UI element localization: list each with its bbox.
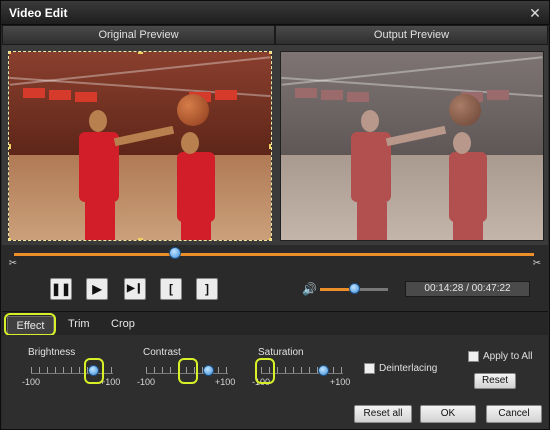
contrast-handle[interactable] bbox=[202, 365, 214, 376]
brightness-handle[interactable] bbox=[87, 365, 99, 376]
video-frame bbox=[281, 52, 543, 240]
brightness-slider[interactable] bbox=[31, 373, 113, 374]
volume-handle[interactable] bbox=[348, 283, 360, 294]
timeline-position-handle[interactable] bbox=[169, 247, 182, 259]
bracket-right-icon: ] bbox=[205, 282, 209, 296]
set-end-button[interactable]: ] bbox=[196, 278, 218, 300]
contrast-slider[interactable] bbox=[146, 373, 228, 374]
apply-to-all-checkbox[interactable] bbox=[468, 351, 479, 362]
timeline-track[interactable] bbox=[14, 253, 534, 256]
reset-all-button[interactable]: Reset all bbox=[354, 405, 412, 423]
cancel-button[interactable]: Cancel bbox=[486, 405, 542, 423]
step-forward-icon: ▶❙ bbox=[126, 283, 144, 294]
time-display: 00:14:28 / 00:47:22 bbox=[405, 281, 530, 297]
volume-icon[interactable]: 🔊 bbox=[302, 282, 317, 296]
timeline[interactable]: ✂ ✂ bbox=[2, 245, 548, 271]
brightness-min-label: -100 bbox=[22, 377, 41, 387]
apply-to-all-label: Apply to All bbox=[483, 351, 533, 362]
tab-crop[interactable]: Crop bbox=[111, 316, 135, 332]
trim-start-marker[interactable]: ✂ bbox=[8, 258, 18, 270]
ok-button[interactable]: OK bbox=[420, 405, 476, 423]
set-start-button[interactable]: [ bbox=[160, 278, 182, 300]
brightness-slider-group: Brightness -100 +100 bbox=[22, 345, 138, 395]
bracket-left-icon: [ bbox=[169, 282, 173, 296]
trim-end-marker[interactable]: ✂ bbox=[532, 258, 542, 270]
edit-tabs: Effect Trim Crop bbox=[2, 311, 548, 336]
saturation-max-label: +100 bbox=[330, 377, 351, 387]
step-forward-button[interactable]: ▶❙ bbox=[124, 278, 146, 300]
deinterlacing-label: Deinterlacing bbox=[379, 363, 438, 374]
pause-button[interactable]: ❚❚ bbox=[50, 278, 72, 300]
play-icon: ▶ bbox=[92, 282, 102, 296]
close-button[interactable]: ✕ bbox=[527, 5, 543, 21]
brightness-max-label: +100 bbox=[100, 377, 121, 387]
video-frame bbox=[9, 52, 271, 240]
saturation-slider[interactable] bbox=[261, 373, 343, 374]
original-preview-video[interactable] bbox=[8, 51, 272, 241]
video-edit-window: Video Edit ✕ Original Preview Output Pre… bbox=[0, 0, 550, 430]
deinterlacing-checkbox[interactable] bbox=[364, 363, 375, 374]
effect-panel: Brightness -100 +100 Contrast -100 +100 … bbox=[2, 335, 548, 397]
saturation-handle[interactable] bbox=[317, 365, 329, 376]
contrast-slider-group: Contrast -100 +100 bbox=[137, 345, 253, 395]
brightness-label: Brightness bbox=[28, 347, 76, 358]
title-bar[interactable]: Video Edit ✕ bbox=[1, 1, 549, 25]
tab-effect[interactable]: Effect bbox=[7, 316, 54, 336]
window-title: Video Edit bbox=[9, 6, 68, 20]
contrast-max-label: +100 bbox=[215, 377, 236, 387]
output-preview-video bbox=[280, 51, 544, 241]
close-icon: ✕ bbox=[529, 5, 541, 21]
dialog-footer: Reset all OK Cancel bbox=[2, 397, 548, 429]
original-preview-label: Original Preview bbox=[2, 25, 275, 45]
reset-button[interactable]: Reset bbox=[474, 373, 516, 389]
contrast-min-label: -100 bbox=[137, 377, 156, 387]
saturation-label: Saturation bbox=[258, 347, 304, 358]
playback-controls: ❚❚ ▶ ▶❙ [ ] 🔊 00:14:28 / 00:47:22 bbox=[2, 271, 548, 307]
saturation-min-label: -100 bbox=[252, 377, 271, 387]
preview-headers: Original Preview Output Preview bbox=[2, 25, 548, 45]
saturation-slider-group: Saturation -100 +100 bbox=[252, 345, 368, 395]
output-preview-label: Output Preview bbox=[275, 25, 548, 45]
play-button[interactable]: ▶ bbox=[86, 278, 108, 300]
tab-trim[interactable]: Trim bbox=[68, 316, 90, 332]
pause-icon: ❚❚ bbox=[51, 282, 72, 296]
contrast-label: Contrast bbox=[143, 347, 181, 358]
preview-area bbox=[2, 45, 548, 245]
